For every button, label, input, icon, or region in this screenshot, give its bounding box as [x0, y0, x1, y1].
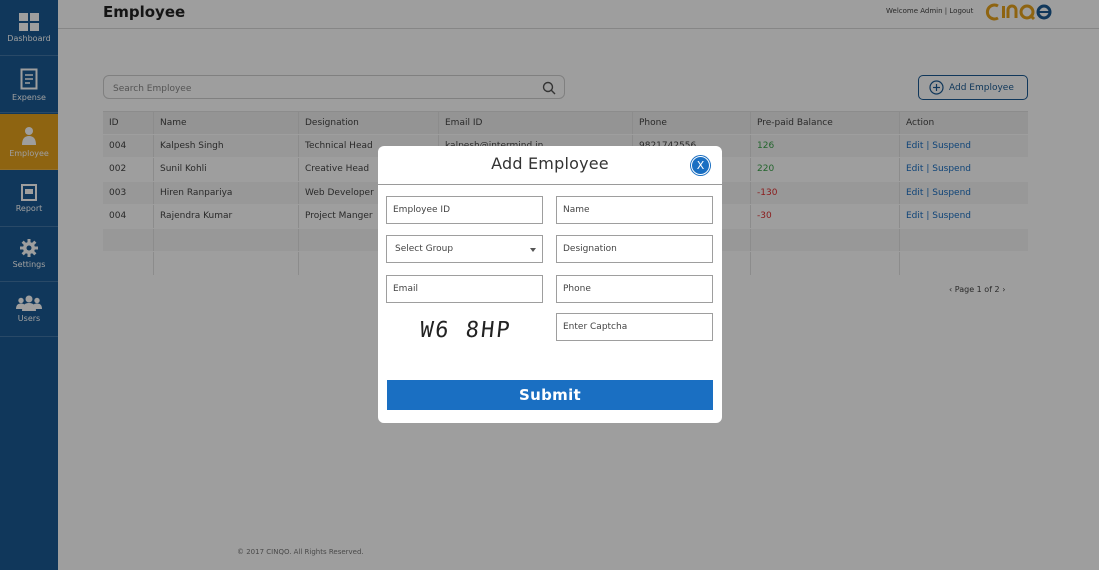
close-button[interactable]: X [691, 156, 710, 175]
group-select[interactable]: Select Group [386, 235, 543, 263]
name-input[interactable] [557, 197, 712, 223]
employee-id-field [386, 196, 543, 224]
captcha-input[interactable] [557, 314, 712, 340]
captcha-image: W6 8HP [418, 318, 513, 343]
captcha-field [556, 313, 713, 341]
name-field [556, 196, 713, 224]
submit-button[interactable]: Submit [387, 380, 713, 410]
add-employee-modal: Add Employee X Select Group W6 8HP Submi… [378, 146, 722, 423]
employee-id-input[interactable] [387, 197, 542, 223]
designation-input[interactable] [557, 236, 712, 262]
phone-field [556, 275, 713, 303]
close-icon: X [696, 159, 705, 172]
phone-input[interactable] [557, 276, 712, 302]
caret-down-icon [530, 248, 536, 252]
designation-field [556, 235, 713, 263]
modal-divider [378, 184, 722, 185]
email-field [386, 275, 543, 303]
group-select-value: Select Group [395, 244, 454, 254]
modal-title: Add Employee [491, 154, 609, 173]
email-input[interactable] [387, 276, 542, 302]
